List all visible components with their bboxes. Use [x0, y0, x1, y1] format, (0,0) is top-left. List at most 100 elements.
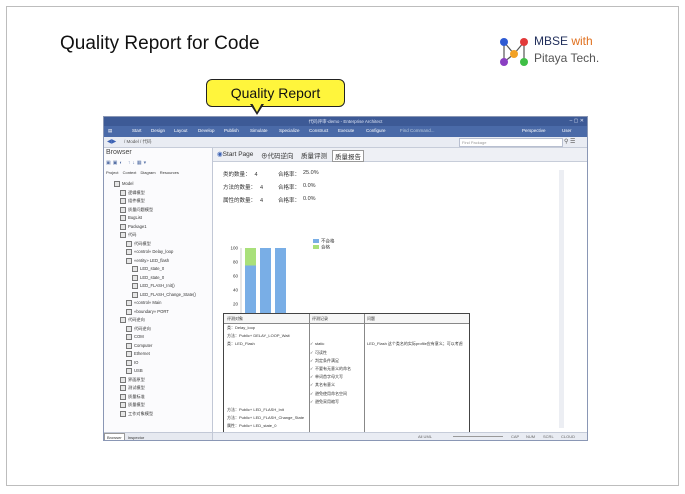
tree-item[interactable]: 代码逆向	[120, 317, 145, 323]
user-menu[interactable]: User	[562, 128, 572, 133]
back-forward-icon[interactable]: ◀▶	[107, 138, 116, 145]
check-icon: ✓	[310, 341, 314, 347]
menu-construct[interactable]: Construct	[309, 128, 328, 133]
tree-node-icon	[132, 283, 138, 289]
tree-item[interactable]: LED_state_0	[132, 274, 164, 281]
window-controls[interactable]: – ▢ ✕	[570, 117, 584, 126]
tree-item[interactable]: 代码	[120, 232, 136, 238]
brand-pitaya: Pitaya Tech.	[534, 51, 600, 65]
tree-item[interactable]: LED_FLASH_Change_State()	[132, 291, 196, 298]
table-row: ✓ 可读性	[224, 349, 469, 357]
y-tick-label: 60	[233, 274, 239, 279]
tree-item-label: «control» Main	[134, 300, 162, 306]
tree-item[interactable]: 界面原型	[120, 376, 145, 383]
tree-item-label: 质量模型	[128, 402, 145, 408]
tree-item-label: IO	[134, 359, 139, 365]
tree-item[interactable]: LED_state_0	[132, 266, 164, 272]
table-row: 方法：Public+ LED_FLASH_Change_State	[224, 414, 469, 422]
tree-item[interactable]: «control» Delay_loop	[126, 249, 173, 255]
browser-bottom-tabs: Browser Inspector	[104, 432, 212, 440]
tree-item[interactable]: 组件模型	[120, 198, 145, 204]
browser-tab-context[interactable]: Context	[123, 170, 137, 175]
tree-node-icon	[120, 393, 126, 400]
tree-node-icon	[132, 274, 138, 281]
tree-item-label: Package1	[128, 223, 147, 229]
main-scrollbar[interactable]	[559, 170, 564, 428]
window-titlebar: 代码评审-demo - Enterprise Architect – ▢ ✕	[104, 117, 587, 126]
tree-item-label: LED_state_0	[140, 266, 165, 272]
search-icon[interactable]: ⚲ ☰	[564, 138, 575, 145]
menu-publish[interactable]: Publish	[224, 128, 239, 133]
menu-design[interactable]: Design	[151, 128, 165, 133]
tree-node-icon	[126, 342, 132, 349]
check-icon: ✓	[310, 357, 314, 363]
tab-start-page[interactable]: ◉Start Page	[217, 150, 253, 158]
status-cloud: CLOUD	[561, 434, 576, 439]
main-view: ◉Start Page ⊕代码逆向 质量评测 质量报告 类的数量： 4 合格率： 25…	[213, 148, 587, 433]
tree-item[interactable]: Ethernet	[126, 351, 150, 357]
browser-tab-resources[interactable]: Resources	[160, 170, 179, 175]
menu-layout[interactable]: Layout	[174, 128, 188, 133]
tree-item[interactable]: «boundary» PORT	[126, 308, 169, 315]
tree-node-icon	[126, 249, 132, 255]
tree-item-label: USB	[134, 368, 143, 374]
find-command[interactable]: Find Command...	[400, 128, 435, 133]
tree-item[interactable]: 工作对象模型	[120, 410, 153, 417]
browser-tab-diagram[interactable]: Diagram	[141, 170, 156, 175]
nav-breadcrumb[interactable]: / Model / 代码	[124, 139, 152, 145]
y-tick-label: 40	[233, 288, 239, 293]
tree-item-label: 代码模型	[134, 240, 151, 246]
stat-method: 方法的数量： 4 合格率： 0.0%	[223, 183, 316, 191]
find-package-input[interactable]: Find Package	[459, 138, 563, 147]
tree-item-label: 界面原型	[128, 376, 145, 382]
bottom-tab-browser[interactable]: Browser	[104, 433, 125, 440]
tree-item[interactable]: IO	[126, 359, 139, 366]
tree-item[interactable]: Model	[114, 181, 133, 187]
tree-item[interactable]: «entity» LED_flash	[126, 257, 169, 264]
tree-item[interactable]: «control» Main	[126, 300, 161, 306]
tree-item[interactable]: LED_FLASH_Init()	[132, 283, 175, 289]
tree-item[interactable]: USB	[126, 368, 143, 374]
table-cell: 避免使用命名空间	[315, 390, 347, 396]
check-icon: ✓	[310, 349, 314, 355]
table-header-cell: 评测记录	[312, 316, 328, 321]
browser-panel: Browser ▣▣◐ ↑↓▦▾ Project Context Diagram…	[104, 148, 213, 440]
menu-simulate[interactable]: Simulate	[250, 128, 268, 133]
menu-start[interactable]: Start	[132, 128, 142, 133]
tree-item[interactable]: 测试模型	[120, 385, 145, 391]
tab-quality-report[interactable]: 质量报告	[332, 150, 364, 162]
menu-configure[interactable]: Configure	[366, 128, 386, 133]
tree-item[interactable]: BugList	[120, 215, 142, 221]
zoom-slider[interactable]	[453, 436, 503, 437]
tree-item[interactable]: 质量问题模型	[120, 206, 153, 213]
browser-toolbar-icons[interactable]: ▣▣◐ ↑↓▦▾	[106, 160, 148, 166]
menu-execute[interactable]: Execute	[338, 128, 354, 133]
tree-item[interactable]: 质量模型	[120, 402, 145, 408]
bottom-tab-inspector[interactable]: Inspector	[126, 434, 146, 440]
tree-item[interactable]: COM	[126, 334, 144, 340]
menu-develop[interactable]: Develop	[198, 128, 215, 133]
app-menu-icon[interactable]: ▤	[108, 128, 112, 134]
tree-item[interactable]: 逻辑模型	[120, 189, 145, 196]
tree-item[interactable]: Computer	[126, 342, 152, 349]
perspective-menu[interactable]: Perspective	[522, 128, 546, 133]
tree-node-icon	[120, 402, 126, 408]
tree-node-icon	[126, 257, 132, 264]
table-cell: 类：LED_Flash	[227, 341, 255, 347]
tree-item[interactable]: 代码逆向	[126, 325, 151, 332]
browser-tab-project[interactable]: Project	[106, 170, 118, 175]
tree-item[interactable]: 质量标准	[120, 393, 145, 400]
tree-item[interactable]: 代码模型	[126, 240, 151, 247]
tab-quality-evaluation[interactable]: 质量评测	[301, 150, 327, 160]
tree-node-icon	[126, 368, 132, 374]
tree-item[interactable]: Package1	[120, 223, 147, 230]
tree-item-label: «control» Delay_loop	[134, 249, 174, 255]
table-row: ✓ 避免采用缩写	[224, 398, 469, 406]
bar-unqualified	[245, 265, 256, 318]
table-cell: 类：Delay_loop	[227, 325, 256, 330]
tab-code-reverse[interactable]: ⊕代码逆向	[261, 150, 294, 160]
tree-item-label: Ethernet	[134, 351, 150, 357]
tree-node-icon	[126, 351, 132, 357]
menu-specialize[interactable]: Specialize	[279, 128, 300, 133]
window-title: 代码评审-demo - Enterprise Architect	[308, 119, 383, 124]
